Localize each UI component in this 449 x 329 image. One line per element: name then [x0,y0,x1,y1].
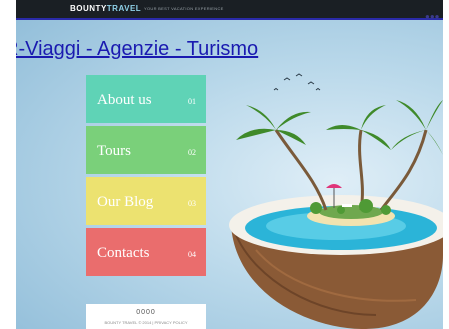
site-tagline: YOUR BEST VACATION EXPERIENCE [144,6,224,11]
main-menu: About us 01 Tours 02 Our Blog 03 Contact… [86,75,206,279]
menu-item-our-blog[interactable]: Our Blog 03 [86,177,206,225]
menu-item-number: 04 [188,250,196,259]
menu-item-label: Tours [97,143,131,159]
menu-item-number: 02 [188,148,196,157]
beach-umbrella [326,184,342,188]
menu-item-number: 01 [188,97,196,106]
menu-item-contacts[interactable]: Contacts 04 [86,228,206,276]
menu-item-tours[interactable]: Tours 02 [86,126,206,174]
website-preview: BOUNTYTRAVEL YOUR BEST VACATION EXPERIEN… [16,0,443,329]
sun-lounger [342,204,352,207]
footer-card: 0000 BOUNTY TRAVEL © 2014 | PRIVACY POLI… [86,304,206,329]
page-title-link[interactable]: R-Viaggi - Agenzie - Turismo [16,38,258,61]
footer-logo: 0000 [136,309,156,316]
menu-item-label: About us [97,92,152,108]
footer-text: BOUNTY TRAVEL © 2014 | PRIVACY POLICY [104,320,188,325]
menu-item-label: Our Blog [97,194,154,210]
top-bar: BOUNTYTRAVEL YOUR BEST VACATION EXPERIEN… [16,0,443,18]
page-title-link-text[interactable]: R-Viaggi - Agenzie - Turismo [16,38,258,60]
site-logo[interactable]: BOUNTYTRAVEL [70,4,141,13]
menu-item-label: Contacts [97,245,150,261]
coconut-island-illustration [229,73,443,329]
menu-item-number: 03 [188,199,196,208]
birds-icon [273,73,321,91]
menu-item-about-us[interactable]: About us 01 [86,75,206,123]
